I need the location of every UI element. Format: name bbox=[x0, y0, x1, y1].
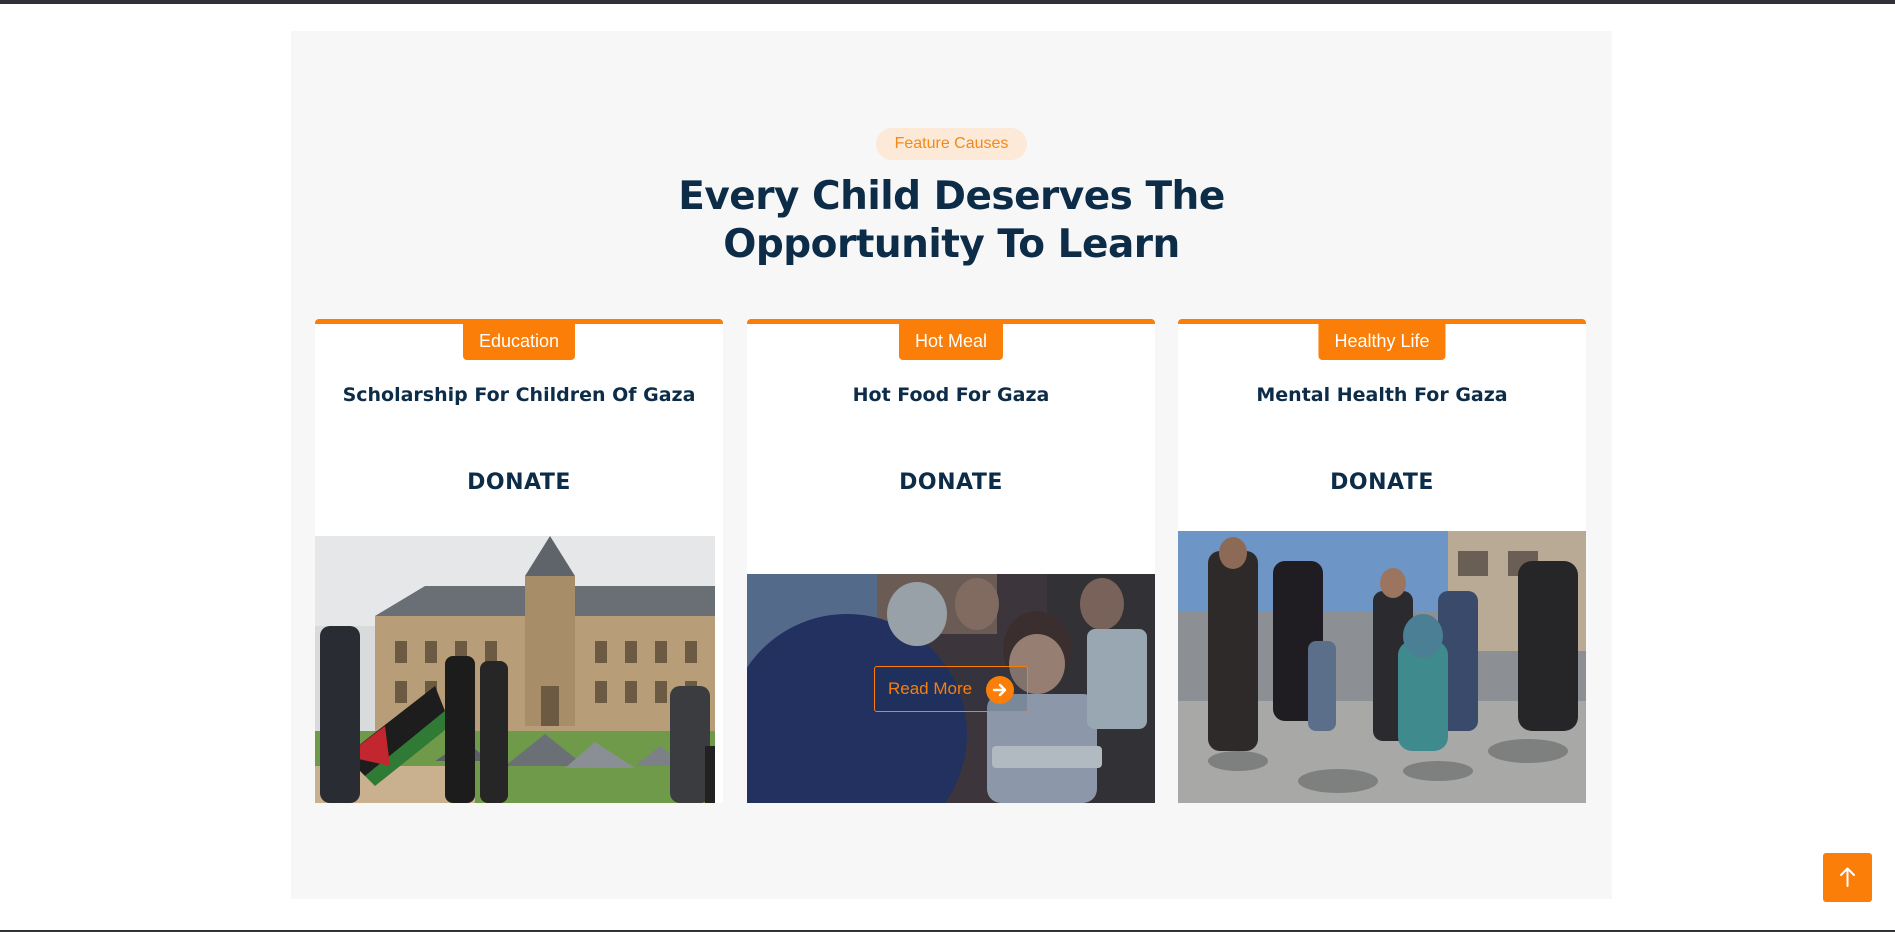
feature-causes-section: Feature Causes Every Child Deserves The … bbox=[291, 31, 1612, 899]
section-heading-line-2: Opportunity To Learn bbox=[723, 222, 1180, 267]
section-heading-line-1: Every Child Deserves The bbox=[678, 174, 1225, 219]
cause-title[interactable]: Scholarship For Children Of Gaza bbox=[315, 384, 723, 406]
donate-button[interactable]: DONATE bbox=[747, 470, 1155, 495]
read-more-button[interactable]: Read More bbox=[874, 666, 1028, 712]
cause-image[interactable] bbox=[315, 536, 715, 803]
cause-title[interactable]: Hot Food For Gaza bbox=[747, 384, 1155, 406]
cause-tag[interactable]: Education bbox=[462, 324, 576, 360]
top-border bbox=[0, 0, 1895, 4]
cause-card-healthy-life[interactable]: Healthy Life Mental Health For Gaza DONA… bbox=[1178, 319, 1586, 803]
cause-tag[interactable]: Healthy Life bbox=[1318, 324, 1446, 360]
donate-button[interactable]: DONATE bbox=[1178, 470, 1586, 495]
section-heading: Every Child Deserves The Opportunity To … bbox=[291, 173, 1612, 269]
cause-title[interactable]: Mental Health For Gaza bbox=[1178, 384, 1586, 406]
campus-encampment-photo bbox=[315, 536, 715, 803]
children-in-rubble-photo bbox=[1178, 531, 1586, 803]
scroll-to-top-button[interactable] bbox=[1823, 853, 1872, 902]
cause-card-education[interactable]: Education Scholarship For Children Of Ga… bbox=[315, 319, 723, 803]
section-badge: Feature Causes bbox=[876, 128, 1027, 160]
arrow-right-icon bbox=[986, 676, 1014, 704]
donate-button[interactable]: DONATE bbox=[315, 470, 723, 495]
cause-card-hot-meal[interactable]: Hot Meal Hot Food For Gaza DONATE Read M… bbox=[747, 319, 1155, 803]
arrow-up-icon bbox=[1840, 867, 1855, 887]
cause-image[interactable]: Read More bbox=[747, 574, 1155, 803]
cause-image[interactable] bbox=[1178, 531, 1586, 803]
cause-tag[interactable]: Hot Meal bbox=[898, 324, 1004, 360]
read-more-label: Read More bbox=[888, 679, 973, 698]
